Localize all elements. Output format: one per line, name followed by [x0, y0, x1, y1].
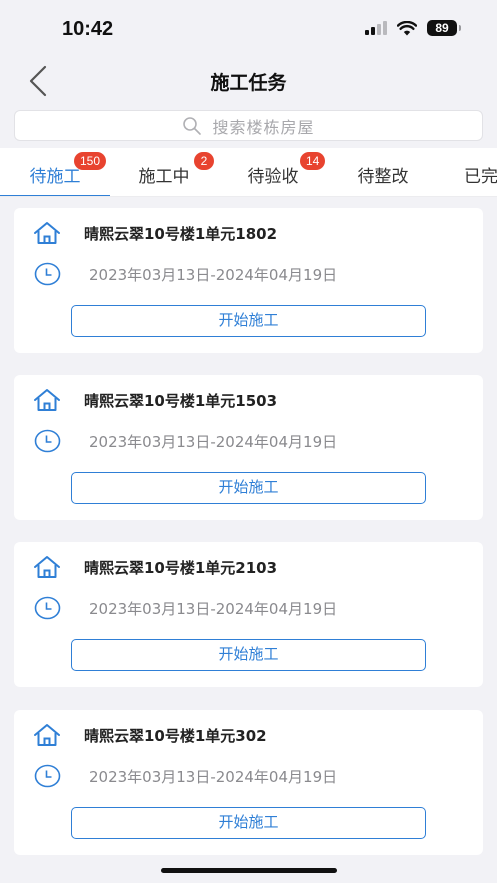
house-icon [34, 556, 60, 578]
task-title-row: 晴熙云翠10号楼1单元1503 [32, 387, 277, 413]
page-title: 施工任务 [210, 72, 287, 94]
search-bar: 搜索楼栋房屋 [0, 102, 497, 148]
status-time: 10:42 [62, 18, 114, 40]
clock-icon [34, 429, 61, 453]
house-icon [34, 724, 60, 746]
task-date-range: 2023年03月13日-2024年04月19日 [89, 265, 338, 284]
tab-label: 待整改 [357, 167, 409, 187]
tab-pending-rectification[interactable]: 待整改 [328, 148, 438, 196]
status-icons: 89 [365, 20, 461, 36]
search-placeholder: 搜索楼栋房屋 [212, 117, 315, 137]
start-construction-button[interactable]: 开始施工 [71, 472, 426, 504]
tab-pending-acceptance[interactable]: 待验收 14 [218, 148, 328, 196]
cellular-signal-icon [365, 21, 387, 35]
tab-completed[interactable]: 已完 [437, 148, 497, 196]
count-badge: 2 [194, 152, 214, 170]
house-icon [34, 389, 60, 411]
count-badge: 14 [300, 152, 326, 170]
search-icon [183, 116, 202, 135]
battery-icon: 89 [427, 20, 461, 36]
status-tabs: 待施工 150 施工中 2 待验收 14 待整改 已完 [0, 148, 497, 197]
task-card: 晴熙云翠10号楼1单元302 2023年03月13日-2024年04月19日 开… [14, 710, 483, 855]
home-indicator[interactable] [161, 868, 337, 873]
start-construction-button[interactable]: 开始施工 [71, 305, 426, 337]
task-list: 晴熙云翠10号楼1单元1802 2023年03月13日-2024年04月19日 … [0, 197, 497, 857]
tab-label: 待验收 [247, 167, 299, 187]
count-badge: 150 [74, 152, 107, 170]
task-date-row: 2023年03月13日-2024年04月19日 [34, 596, 337, 620]
nav-bar: 施工任务 [0, 58, 497, 102]
task-title: 晴熙云翠10号楼1单元1503 [84, 391, 278, 410]
status-bar: 10:42 89 [0, 0, 497, 58]
task-title: 晴熙云翠10号楼1单元302 [84, 726, 267, 745]
task-card: 晴熙云翠10号楼1单元1503 2023年03月13日-2024年04月19日 … [14, 375, 483, 520]
clock-icon [34, 764, 61, 788]
task-date-row: 2023年03月13日-2024年04月19日 [34, 262, 337, 286]
task-card: 晴熙云翠10号楼1单元1802 2023年03月13日-2024年04月19日 … [14, 208, 483, 353]
task-title: 晴熙云翠10号楼1单元2103 [84, 558, 278, 577]
task-date-range: 2023年03月13日-2024年04月19日 [89, 767, 338, 786]
task-title-row: 晴熙云翠10号楼1单元302 [32, 722, 267, 748]
start-construction-button[interactable]: 开始施工 [71, 807, 426, 839]
tab-label: 待施工 [29, 167, 81, 187]
house-icon [34, 222, 60, 244]
task-card: 晴熙云翠10号楼1单元2103 2023年03月13日-2024年04月19日 … [14, 542, 483, 687]
wifi-icon [397, 20, 417, 35]
task-date-row: 2023年03月13日-2024年04月19日 [34, 764, 337, 788]
task-date-range: 2023年03月13日-2024年04月19日 [89, 599, 338, 618]
tab-in-construction[interactable]: 施工中 2 [109, 148, 219, 196]
tab-label: 已完 [464, 167, 497, 187]
clock-icon [34, 596, 61, 620]
clock-icon [34, 262, 61, 286]
search-input[interactable]: 搜索楼栋房屋 [14, 110, 483, 141]
task-title: 晴熙云翠10号楼1单元1802 [84, 224, 278, 243]
task-date-range: 2023年03月13日-2024年04月19日 [89, 432, 338, 451]
task-date-row: 2023年03月13日-2024年04月19日 [34, 429, 337, 453]
tab-label: 施工中 [138, 167, 190, 187]
task-title-row: 晴熙云翠10号楼1单元1802 [32, 220, 277, 246]
task-title-row: 晴熙云翠10号楼1单元2103 [32, 554, 277, 580]
start-construction-button[interactable]: 开始施工 [71, 639, 426, 671]
tab-pending-construction[interactable]: 待施工 150 [0, 148, 110, 196]
